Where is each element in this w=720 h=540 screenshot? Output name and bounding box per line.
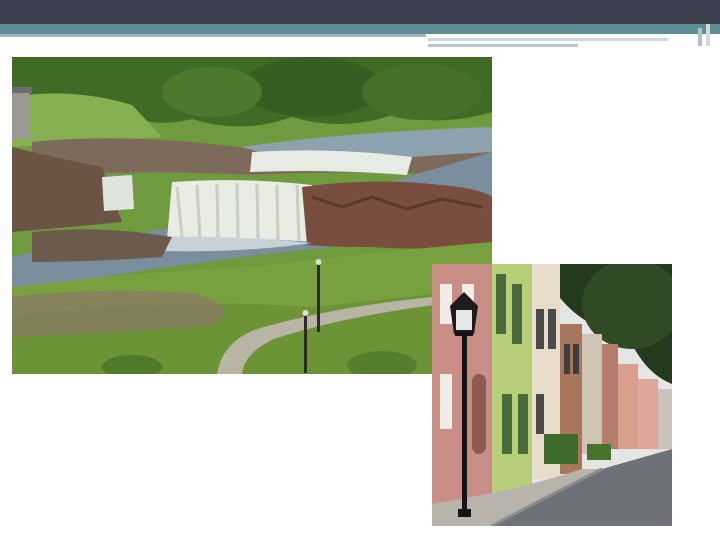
header-accent-line-tertiary	[428, 44, 578, 47]
historic-street-photo	[432, 264, 672, 526]
slide	[0, 0, 720, 540]
header-dark-band	[0, 0, 720, 24]
header-teal-band	[0, 24, 720, 34]
header-accent-line-secondary	[428, 38, 668, 41]
header-tick-mark	[698, 28, 702, 46]
waterfall-park-photo	[12, 57, 492, 374]
header-tick-mark-secondary	[706, 24, 710, 46]
header-accent-line	[0, 34, 426, 37]
